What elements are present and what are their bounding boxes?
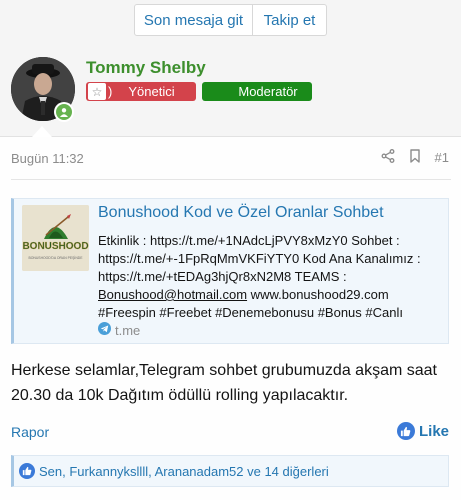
embed-line-5: #Freespin #Freebet #Denemebonusu #Bonus … <box>98 305 403 320</box>
like-button[interactable]: Like <box>396 422 449 440</box>
like-label: Like <box>418 422 449 440</box>
reaction-like-icon <box>19 463 35 479</box>
embed-description: Etkinlik : https://t.me/+1NAdcLjPVY8xMzY… <box>98 232 436 322</box>
embed-title-link[interactable]: Bonushood Kod ve Özel Oranlar Sohbet <box>98 204 384 222</box>
post-meta: Bugün 11:32 #1 <box>0 137 461 179</box>
username[interactable]: Tommy Shelby <box>86 58 206 78</box>
embed-line-3: https://t.me/+tEDAg3hjQr8xN2M8 TEAMS : <box>98 269 347 284</box>
embed-line-2: https://t.me/+-1FpRqMmVKFiYTY0 Kod Ana K… <box>98 251 421 266</box>
telegram-embed[interactable]: BONUSHOOD BONUSHOOD'DA ORAN PEŞİNDE Bonu… <box>11 198 449 344</box>
embed-source: t.me <box>98 322 140 338</box>
share-icon[interactable] <box>381 149 395 166</box>
embed-line-4: Bonushood@hotmail.com www.bonushood29.co… <box>98 286 436 304</box>
online-status <box>54 102 74 122</box>
bonushood-logo: BONUSHOOD BONUSHOOD'DA ORAN PEŞİNDE <box>22 205 89 271</box>
admin-badge-label: Yönetici <box>128 84 175 99</box>
thread-toolbar: Son mesaja git Takip et <box>0 0 461 48</box>
like-icon <box>396 422 415 440</box>
post-number[interactable]: #1 <box>435 150 449 165</box>
meta-divider <box>11 179 451 180</box>
user-online-icon <box>56 104 72 120</box>
badge-decoration: ) <box>108 84 113 99</box>
post-date[interactable]: Bugün 11:32 <box>11 151 84 166</box>
last-message-button[interactable]: Son mesaja git <box>134 4 253 36</box>
moderator-badge: Moderatör <box>202 82 312 101</box>
follow-button[interactable]: Takip et <box>253 4 327 36</box>
svg-text:BONUSHOOD'DA ORAN PEŞİNDE: BONUSHOOD'DA ORAN PEŞİNDE <box>29 255 84 260</box>
report-link[interactable]: Rapor <box>11 424 49 440</box>
embed-line-1: Etkinlik : https://t.me/+1NAdcLjPVY8xMzY… <box>98 233 400 248</box>
post-user-block: Tommy Shelby ☆ ) Yönetici Moderatör <box>0 48 461 137</box>
telegram-icon <box>98 322 111 338</box>
embed-website: www.bonushood29.com <box>247 287 389 302</box>
embed-email: Bonushood@hotmail.com <box>98 287 248 302</box>
svg-text:BONUSHOOD: BONUSHOOD <box>22 241 88 252</box>
admin-badge: ☆ ) Yönetici <box>86 82 196 101</box>
avatar-wrap[interactable] <box>11 57 75 122</box>
bookmark-icon[interactable] <box>409 149 421 166</box>
post-message: Herkese selamlar,Telegram sohbet grubumu… <box>11 362 437 404</box>
reactions-bar[interactable]: Sen, Furkannyksllll, Arananadam52 ve 14 … <box>11 455 449 487</box>
embed-source-label: t.me <box>115 322 141 338</box>
reactions-text[interactable]: Sen, Furkannyksllll, Arananadam52 ve 14 … <box>39 464 329 479</box>
post-caret <box>32 126 52 137</box>
thread-button-group: Son mesaja git Takip et <box>134 4 327 36</box>
post-actions: #1 <box>381 149 449 166</box>
star-icon: ☆ <box>88 83 106 100</box>
